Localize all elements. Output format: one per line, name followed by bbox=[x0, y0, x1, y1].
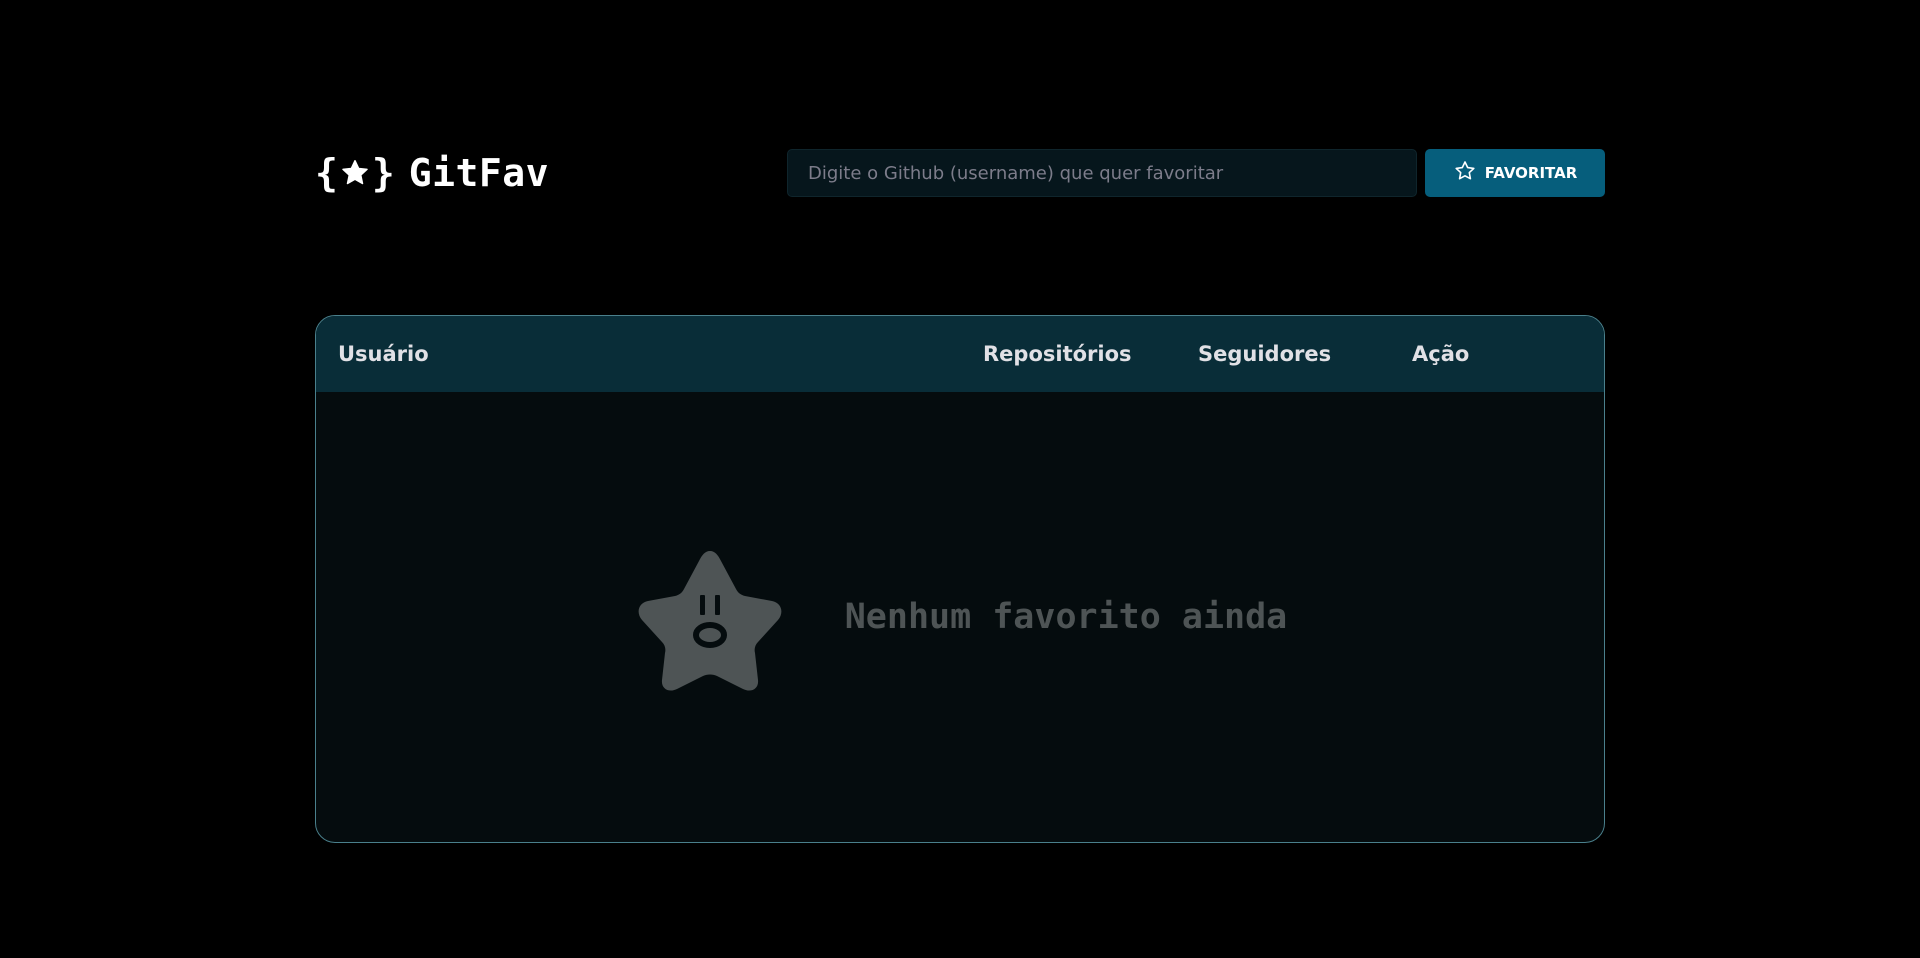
braces-star-icon: { } bbox=[315, 151, 395, 195]
star-outline-icon bbox=[1453, 159, 1477, 187]
search-bar: FAVORITAR bbox=[787, 149, 1605, 197]
favorite-button-label: FAVORITAR bbox=[1484, 164, 1578, 182]
empty-state: Nenhum favorito ainda bbox=[316, 392, 1604, 842]
column-header-user[interactable]: Usuário bbox=[338, 342, 429, 366]
column-header-followers[interactable]: Seguidores bbox=[1198, 342, 1331, 366]
table-header: Usuário Repositórios Seguidores Ação bbox=[316, 316, 1604, 392]
logo: { } GitFav bbox=[315, 154, 549, 192]
surprised-star-icon bbox=[633, 543, 787, 691]
search-input[interactable] bbox=[787, 149, 1417, 197]
favorite-button[interactable]: FAVORITAR bbox=[1425, 149, 1605, 197]
column-header-action[interactable]: Ação bbox=[1412, 342, 1469, 366]
header: { } GitFav FAVORITAR bbox=[315, 148, 1605, 198]
empty-state-message: Nenhum favorito ainda bbox=[844, 597, 1288, 637]
app-root: { } GitFav FAVORITAR Usuário bbox=[0, 0, 1920, 958]
column-header-repositories[interactable]: Repositórios bbox=[983, 342, 1132, 366]
logo-text: GitFav bbox=[408, 151, 550, 195]
favorites-table: Usuário Repositórios Seguidores Ação Nen… bbox=[315, 315, 1605, 843]
